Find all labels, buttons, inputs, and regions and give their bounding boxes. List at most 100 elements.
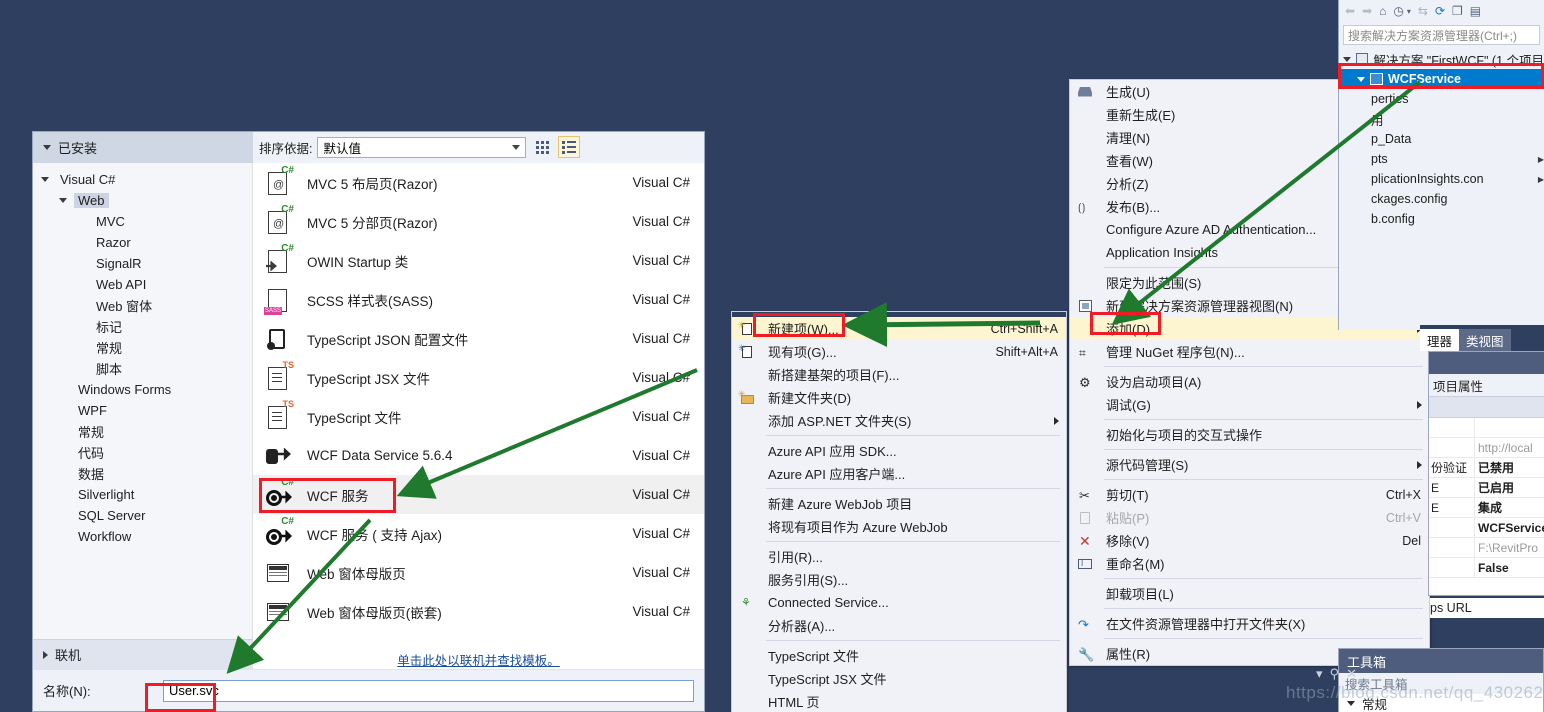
category-tree-item[interactable]: 常规 bbox=[33, 421, 252, 442]
online-category-row[interactable]: 联机 bbox=[33, 639, 252, 669]
category-tree-item[interactable]: MVC bbox=[33, 211, 252, 232]
solution-explorer-tree[interactable]: 解决方案 "FirstWCF" (1 个项目 WCFService perties 用… bbox=[1339, 45, 1544, 229]
template-list-item[interactable]: C# WCF 服务 ( 支持 Ajax) Visual C# bbox=[253, 514, 704, 553]
add-menu-item[interactable]: 添加 ASP.NET 文件夹(S) bbox=[732, 409, 1066, 432]
properties-row[interactable]: WCFService bbox=[1429, 518, 1544, 538]
category-tree-item[interactable]: SignalR bbox=[33, 253, 252, 274]
add-menu-item[interactable]: 分析器(A)... bbox=[732, 614, 1066, 637]
add-menu-item[interactable]: ✳ 新建文件夹(D) bbox=[732, 386, 1066, 409]
add-menu-item[interactable]: TypeScript JSX 文件 bbox=[732, 667, 1066, 690]
refresh-icon[interactable]: ⟳ bbox=[1435, 5, 1445, 17]
project-menu-item[interactable]: ⚙ 设为启动项目(A) bbox=[1070, 370, 1429, 393]
solution-explorer-row[interactable]: 解决方案 "FirstWCF" (1 个项目 bbox=[1339, 49, 1544, 69]
solution-explorer-row[interactable]: plicationInsights.con ▶ bbox=[1339, 169, 1544, 189]
category-tree-item[interactable]: Web API bbox=[33, 274, 252, 295]
template-list-item[interactable]: Web 窗体母版页(嵌套) Visual C# bbox=[253, 592, 704, 631]
properties-grid[interactable]: http://local 份验证 已禁用 E 已启用 E 集成 WCFService F:\Re… bbox=[1429, 418, 1544, 595]
sync-icon[interactable]: ⇆ bbox=[1418, 5, 1428, 17]
project-menu-item[interactable]: 卸载项目(L) bbox=[1070, 582, 1429, 605]
panel-tab[interactable]: 理器 bbox=[1420, 329, 1460, 351]
add-menu-item[interactable]: ✳ 新建项(W)... Ctrl+Shift+A bbox=[732, 317, 1066, 340]
project-menu-item[interactable]: I 重命名(M) bbox=[1070, 552, 1429, 575]
properties-row[interactable]: E 已启用 bbox=[1429, 478, 1544, 498]
solution-explorer-row[interactable]: 用 bbox=[1339, 109, 1544, 129]
solution-explorer-row[interactable]: WCFService bbox=[1339, 69, 1544, 89]
solution-explorer-toolbar[interactable]: ⬅ ➡ ⌂ ◷ ▾ ⇆ ⟳ ❐ ▤ bbox=[1339, 0, 1544, 22]
forward-icon[interactable]: ➡ bbox=[1362, 5, 1372, 17]
sort-by-select[interactable]: 默认值 bbox=[317, 136, 527, 158]
template-list-item[interactable]: C# WCF 服务 Visual C# bbox=[253, 475, 704, 514]
template-list-item[interactable]: WCF Data Service 5.6.4 Visual C# bbox=[253, 436, 704, 475]
project-menu-item[interactable]: ↷ 在文件资源管理器中打开文件夹(X) bbox=[1070, 612, 1429, 635]
add-menu-item[interactable]: ✳ 现有项(G)... Shift+Alt+A bbox=[732, 340, 1066, 363]
template-list-item[interactable]: TS TypeScript JSX 文件 Visual C# bbox=[253, 358, 704, 397]
project-menu-item[interactable]: 粘贴(P) Ctrl+V bbox=[1070, 506, 1429, 529]
project-menu-item[interactable]: ✕ 移除(V) Del bbox=[1070, 529, 1429, 552]
properties-window-icon[interactable]: ▤ bbox=[1470, 5, 1481, 17]
add-menu-item[interactable]: ⚘ Connected Service... bbox=[732, 591, 1066, 614]
category-tree-item[interactable]: WPF bbox=[33, 400, 252, 421]
add-menu-item[interactable]: 新搭建基架的项目(F)... bbox=[732, 363, 1066, 386]
category-tree-item[interactable]: 常规 bbox=[33, 337, 252, 358]
solution-explorer-row[interactable]: pts ▶ bbox=[1339, 149, 1544, 169]
back-icon[interactable]: ⬅ bbox=[1345, 5, 1355, 17]
project-menu-item[interactable]: 初始化与项目的交互式操作 bbox=[1070, 423, 1429, 446]
home-icon[interactable]: ⌂ bbox=[1379, 5, 1386, 17]
pin-icon[interactable]: ⚲ bbox=[1330, 666, 1340, 682]
solution-explorer-row[interactable]: p_Data bbox=[1339, 129, 1544, 149]
template-list-item[interactable]: C# OWIN Startup 类 Visual C# bbox=[253, 241, 704, 280]
add-menu-item[interactable]: 引用(R)... bbox=[732, 545, 1066, 568]
category-tree-item[interactable]: 代码 bbox=[33, 442, 252, 463]
category-tree-item[interactable]: Workflow bbox=[33, 526, 252, 547]
solution-explorer-row[interactable]: ckages.config bbox=[1339, 189, 1544, 209]
panel-tab[interactable]: 类视图 bbox=[1459, 329, 1511, 351]
category-tree-item[interactable]: 标记 bbox=[33, 316, 252, 337]
category-tree-item[interactable]: 脚本 bbox=[33, 358, 252, 379]
chevron-down-icon[interactable]: ▾ bbox=[1407, 7, 1411, 16]
template-list-item[interactable]: @ C# MVC 5 分部页(Razor) Visual C# bbox=[253, 202, 704, 241]
pending-changes-icon[interactable]: ◷ bbox=[1393, 5, 1403, 17]
category-tree-item[interactable]: Web 窗体 bbox=[33, 295, 252, 316]
category-tree-item[interactable]: Razor bbox=[33, 232, 252, 253]
category-tree-item[interactable]: Visual C# bbox=[33, 169, 252, 190]
project-menu-item[interactable]: ⌗ 管理 NuGet 程序包(N)... bbox=[1070, 340, 1429, 363]
category-tree-item[interactable]: 数据 bbox=[33, 463, 252, 484]
project-menu-item[interactable]: 源代码管理(S) bbox=[1070, 453, 1429, 476]
solution-explorer-row[interactable]: b.config bbox=[1339, 209, 1544, 229]
collapse-all-icon[interactable]: ❐ bbox=[1452, 5, 1463, 17]
category-tree-item[interactable]: Web bbox=[33, 190, 252, 211]
properties-row[interactable]: False bbox=[1429, 558, 1544, 578]
solution-explorer-search-input[interactable]: 搜索解决方案资源管理器(Ctrl+;) bbox=[1343, 25, 1540, 45]
solution-explorer-row[interactable]: perties bbox=[1339, 89, 1544, 109]
template-list-item[interactable]: SASS SCSS 样式表(SASS) Visual C# bbox=[253, 280, 704, 319]
properties-row[interactable]: 份验证 已禁用 bbox=[1429, 458, 1544, 478]
template-list[interactable]: @ C# MVC 5 布局页(Razor) Visual C# @ C# MVC 5 分部页… bbox=[253, 163, 704, 634]
name-input[interactable]: User.svc bbox=[163, 679, 694, 702]
add-menu-item[interactable]: 将现有项目作为 Azure WebJob bbox=[732, 515, 1066, 538]
grid-view-button[interactable] bbox=[531, 136, 553, 158]
template-list-item[interactable]: TS TypeScript 文件 Visual C# bbox=[253, 397, 704, 436]
add-menu-item[interactable]: Azure API 应用客户端... bbox=[732, 462, 1066, 485]
properties-row[interactable]: E 集成 bbox=[1429, 498, 1544, 518]
add-menu-item[interactable]: 服务引用(S)... bbox=[732, 568, 1066, 591]
template-list-item[interactable]: TypeScript JSON 配置文件 Visual C# bbox=[253, 319, 704, 358]
template-list-item[interactable]: Web 窗体母版页 Visual C# bbox=[253, 553, 704, 592]
add-submenu-items[interactable]: ✳ 新建项(W)... Ctrl+Shift+A ✳ 现有项(G)... Shift+Al… bbox=[732, 317, 1066, 712]
add-menu-item[interactable]: HTML 页 bbox=[732, 690, 1066, 712]
dropdown-icon[interactable]: ▾ bbox=[1316, 666, 1323, 682]
template-list-item[interactable]: @ C# MVC 5 布局页(Razor) Visual C# bbox=[253, 163, 704, 202]
list-view-button[interactable] bbox=[558, 136, 581, 158]
add-menu-item[interactable]: TypeScript 文件 bbox=[732, 644, 1066, 667]
close-icon[interactable]: ✕ bbox=[1346, 666, 1357, 682]
category-tree-item[interactable]: Windows Forms bbox=[33, 379, 252, 400]
category-tree[interactable]: Visual C# Web MVC Razor SignalR Web API Web 窗体… bbox=[33, 163, 252, 639]
properties-row[interactable]: F:\RevitPro bbox=[1429, 538, 1544, 558]
properties-panel-toolbar[interactable] bbox=[1429, 396, 1544, 418]
category-tree-item[interactable]: SQL Server bbox=[33, 505, 252, 526]
online-template-link[interactable]: 单击此处以联机并查找模板。 bbox=[397, 654, 560, 668]
add-menu-item[interactable]: 新建 Azure WebJob 项目 bbox=[732, 492, 1066, 515]
properties-row[interactable] bbox=[1429, 418, 1544, 438]
project-menu-item[interactable]: ✂ 剪切(T) Ctrl+X bbox=[1070, 483, 1429, 506]
add-menu-item[interactable]: Azure API 应用 SDK... bbox=[732, 439, 1066, 462]
project-menu-item[interactable]: 调试(G) bbox=[1070, 393, 1429, 416]
